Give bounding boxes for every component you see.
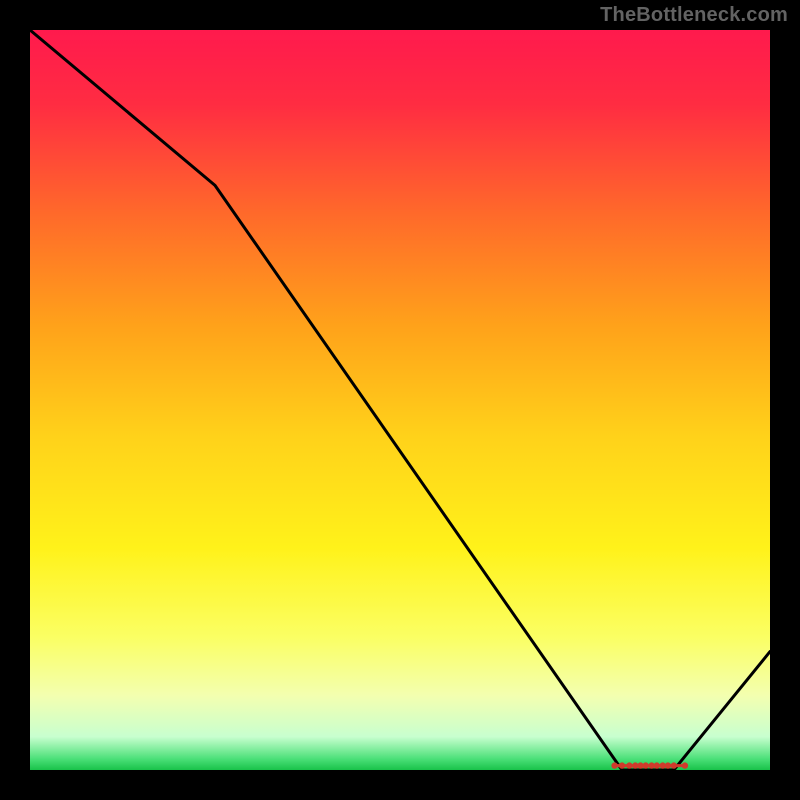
chart-canvas: TheBottleneck.com [0,0,800,800]
bottom-marker-dot [682,762,688,768]
plot-area [30,30,770,770]
bottom-marker-dot [619,762,625,768]
bottom-marker-dot [654,762,660,768]
bottom-marker-dot [671,762,677,768]
watermark-text: TheBottleneck.com [600,4,788,27]
bottom-marker-dot [665,762,671,768]
bottom-marker-dot [643,762,649,768]
bottom-marker-dot [611,762,617,768]
bottom-marker-dot [626,762,632,768]
chart-svg [0,0,800,800]
